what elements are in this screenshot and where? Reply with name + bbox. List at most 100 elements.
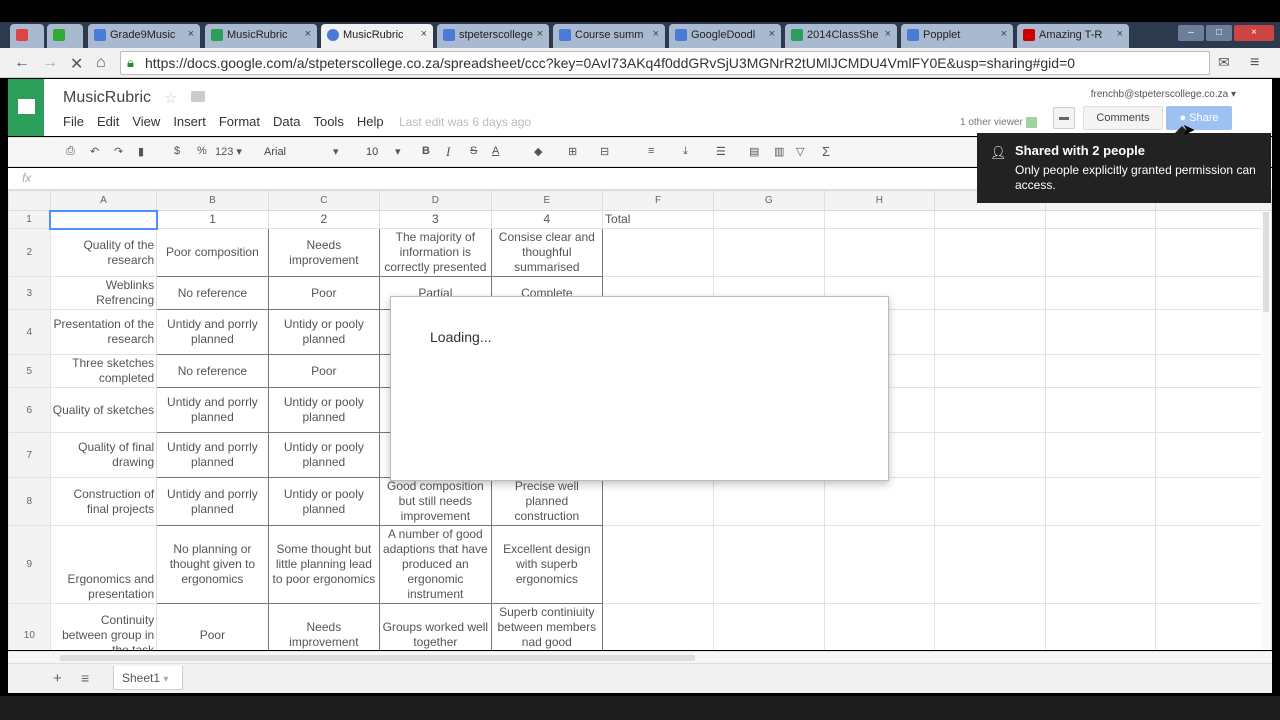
cell[interactable] [823, 228, 936, 277]
col-header-e[interactable]: E [490, 190, 604, 211]
rubric-cell[interactable]: Untidy or pooly planned [267, 432, 381, 478]
criterion-cell[interactable]: Continuity between group in the task [49, 603, 158, 650]
row-header[interactable]: 8 [8, 477, 51, 526]
chevron-down-icon[interactable]: ▾ [395, 145, 401, 158]
cell[interactable] [712, 228, 825, 277]
cell[interactable] [823, 525, 936, 604]
font-dropdown[interactable]: Arial [264, 146, 286, 158]
rubric-cell[interactable]: A number of good adaptions that have pro… [379, 525, 492, 604]
align-icon[interactable]: ≡ [648, 145, 654, 157]
cell[interactable] [1044, 354, 1157, 388]
cell[interactable] [823, 210, 936, 229]
col-header-d[interactable]: D [379, 190, 492, 211]
strikethrough-button[interactable]: S [470, 145, 477, 157]
tab-gmail[interactable] [10, 24, 44, 48]
tab-course-summ[interactable]: Course summ × [553, 24, 665, 48]
rubric-cell[interactable]: Untidy and porrly planned [156, 477, 269, 526]
add-sheet-icon[interactable]: + [53, 670, 62, 687]
row-header[interactable]: 7 [8, 432, 51, 478]
cell[interactable] [712, 477, 825, 526]
menu-insert[interactable]: Insert [173, 114, 206, 129]
borders-icon[interactable]: ⊞ [568, 145, 577, 158]
chart-icon[interactable]: ▥ [774, 145, 784, 158]
cell[interactable] [1155, 309, 1272, 355]
rubric-cell[interactable]: Untidy and porrly planned [156, 387, 269, 433]
tab-grade9music[interactable]: Grade9Music × [88, 24, 200, 48]
address-bar[interactable]: 🔒︎ https://docs.google.com/a/stpeterscol… [120, 51, 1210, 75]
cell[interactable] [602, 228, 714, 277]
filter-icon[interactable]: ▽ [796, 145, 804, 158]
rubric-cell[interactable]: Poor [156, 603, 269, 650]
cell[interactable] [712, 603, 825, 650]
folder-icon[interactable] [191, 91, 205, 102]
stop-icon[interactable]: ✕ [70, 54, 83, 74]
vertical-scrollbar[interactable] [1261, 212, 1271, 650]
close-icon[interactable]: × [769, 28, 775, 40]
criterion-cell[interactable]: Construction of final projects [49, 477, 158, 526]
cell[interactable] [1044, 276, 1157, 310]
last-edit-link[interactable]: Last edit was 6 days ago [399, 115, 531, 129]
col-header-f[interactable]: F [602, 190, 714, 211]
criterion-cell[interactable]: Weblinks Refrencing [49, 276, 158, 310]
cell[interactable] [712, 525, 825, 604]
rubric-cell[interactable]: Untidy and porrly planned [156, 309, 269, 355]
menu-tools[interactable]: Tools [313, 114, 343, 129]
criterion-cell[interactable]: Presentation of the research [49, 309, 158, 355]
cell[interactable] [934, 354, 1046, 388]
criterion-cell[interactable]: Quality of the research [49, 228, 158, 277]
document-title[interactable]: MusicRubric [63, 89, 151, 107]
vertical-align-icon[interactable]: ⤓ [683, 145, 688, 158]
cell[interactable] [602, 525, 714, 604]
mail-icon[interactable]: ✉ [1218, 54, 1230, 71]
currency-button[interactable]: $ [174, 145, 180, 157]
col-header-b[interactable]: B [156, 190, 269, 211]
print-icon[interactable]: ⎙ [66, 145, 75, 158]
cell-e1[interactable]: 4 [490, 210, 604, 229]
tab-googledoodl[interactable]: GoogleDoodl × [669, 24, 781, 48]
scroll-thumb[interactable] [60, 655, 695, 661]
sheet-tab[interactable]: Sheet1 ▾ [113, 666, 183, 690]
cell[interactable] [934, 525, 1046, 604]
rubric-cell[interactable]: Some thought but little planning lead to… [267, 525, 381, 604]
cell-d1[interactable]: 3 [379, 210, 492, 229]
menu-data[interactable]: Data [273, 114, 300, 129]
cell[interactable] [1155, 387, 1272, 433]
cell[interactable] [1044, 387, 1157, 433]
merge-cells-icon[interactable]: ⊟ [600, 145, 609, 158]
row-header[interactable]: 6 [8, 387, 51, 433]
criterion-cell[interactable]: Ergonomics and presentation [49, 525, 158, 604]
cell[interactable] [934, 228, 1046, 277]
cell[interactable] [1155, 432, 1272, 478]
rubric-cell[interactable]: Untidy and porrly planned [156, 432, 269, 478]
rubric-cell[interactable]: Precise well planned construction [490, 477, 604, 526]
menu-format[interactable]: Format [219, 114, 260, 129]
fill-color-icon[interactable]: ◆ [534, 145, 542, 158]
cell[interactable] [934, 276, 1046, 310]
sheet-list-icon[interactable]: ≡ [81, 670, 89, 686]
tab-musicrubric-1[interactable]: MusicRubric × [205, 24, 317, 48]
rubric-cell[interactable]: Needs improvement [267, 228, 381, 277]
rubric-cell[interactable]: Untidy or pooly planned [267, 477, 381, 526]
italic-button[interactable]: I [446, 144, 450, 160]
rubric-cell[interactable]: Excellent design with superb ergonomics [490, 525, 604, 604]
col-header-a[interactable]: A [49, 190, 158, 211]
menu-icon[interactable]: ≡ [1250, 54, 1259, 72]
chat-icon[interactable]: ▬ [1053, 107, 1075, 129]
cell[interactable] [1044, 432, 1157, 478]
cell[interactable] [934, 387, 1046, 433]
menu-view[interactable]: View [132, 114, 160, 129]
cell[interactable] [712, 210, 825, 229]
rubric-cell[interactable]: No reference [156, 354, 269, 388]
cell[interactable] [1044, 210, 1157, 229]
cell[interactable] [934, 309, 1046, 355]
row-header[interactable]: 10 [8, 603, 51, 650]
cell-a1[interactable] [49, 209, 158, 230]
criterion-cell[interactable]: Quality of sketches [49, 387, 158, 433]
menu-file[interactable]: File [63, 114, 84, 129]
cell[interactable] [1044, 477, 1157, 526]
cell[interactable] [1155, 354, 1272, 388]
cell-f1[interactable]: Total [602, 210, 714, 229]
criterion-cell[interactable]: Quality of final drawing [49, 432, 158, 478]
rubric-cell[interactable]: Poor composition [156, 228, 269, 277]
rubric-cell[interactable]: No planning or thought given to ergonomi… [156, 525, 269, 604]
